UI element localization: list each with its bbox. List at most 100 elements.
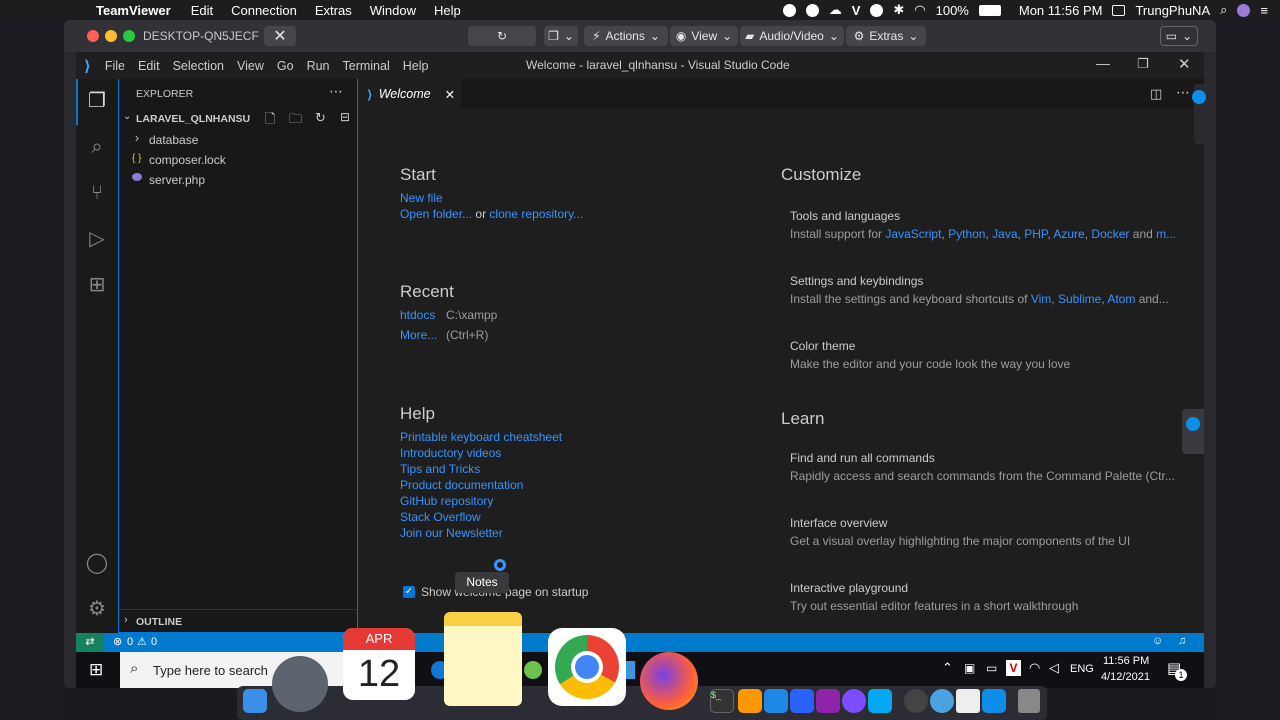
trash-icon[interactable]: [1018, 689, 1040, 713]
remote-icon[interactable]: ⇄: [76, 633, 104, 652]
messenger-icon[interactable]: [842, 689, 866, 713]
taskbar-date[interactable]: 4/12/2021: [1101, 671, 1150, 683]
chevron-up-icon[interactable]: ⌃: [942, 660, 953, 676]
close-window-button[interactable]: [87, 30, 99, 42]
cloud-icon[interactable]: ☁: [829, 2, 842, 18]
actions-button[interactable]: ⚡ Actions ⌄: [584, 26, 668, 46]
bluetooth-icon[interactable]: ✱: [893, 2, 904, 18]
finder-icon[interactable]: [243, 689, 267, 713]
menu-selection[interactable]: Selection: [173, 59, 224, 73]
menubar-window[interactable]: Window: [370, 3, 416, 18]
menubar-user[interactable]: TrungPhuNA: [1135, 3, 1210, 18]
settings-link-sublime[interactable]: Sublime: [1058, 292, 1101, 306]
control-center-icon[interactable]: ≡: [1260, 3, 1268, 18]
tools-link-more[interactable]: m...: [1156, 227, 1176, 241]
extras-button[interactable]: ⚙ Extras ⌄: [846, 26, 926, 46]
show-welcome-checkbox[interactable]: ✓: [403, 586, 415, 598]
minimize-window-button[interactable]: [105, 30, 117, 42]
input-language[interactable]: ENG: [1070, 663, 1094, 675]
menubar-app-name[interactable]: TeamViewer: [96, 3, 171, 18]
sidebar-toggle-button[interactable]: ▭ ⌄: [1160, 26, 1198, 46]
check-icon[interactable]: [805, 3, 819, 17]
refresh-icon[interactable]: ↻: [315, 110, 326, 126]
close-icon[interactable]: ✕: [1178, 55, 1191, 73]
more-actions-icon[interactable]: ⋯: [329, 83, 343, 100]
help-link-newsletter[interactable]: Join our Newsletter: [400, 526, 503, 540]
new-folder-icon[interactable]: 🗀: [289, 110, 302, 132]
recent-more-link[interactable]: More...: [400, 328, 437, 342]
notes-icon[interactable]: [444, 612, 522, 706]
record-icon[interactable]: [782, 3, 796, 17]
chevron-right-icon[interactable]: ›: [124, 614, 128, 626]
tray-icon[interactable]: ▣: [964, 661, 975, 675]
error-icon[interactable]: ⊗: [113, 635, 122, 648]
outline-section[interactable]: OUTLINE: [136, 616, 182, 628]
tools-link-azure[interactable]: Azure: [1053, 227, 1084, 241]
new-file-icon[interactable]: 🗋: [265, 110, 275, 132]
windows-start-icon[interactable]: ⊞: [89, 660, 103, 680]
phpstorm-icon[interactable]: [816, 689, 840, 713]
v-tray-icon[interactable]: V: [1006, 660, 1021, 676]
wifi-icon[interactable]: ◠: [914, 2, 925, 18]
tools-languages-card[interactable]: Tools and languages Install support for …: [781, 197, 1181, 249]
learn-card-commands[interactable]: Find and run all commands Rapidly access…: [781, 441, 1181, 493]
vscode-dock-icon[interactable]: [764, 689, 788, 713]
spotlight-search-icon[interactable]: ⌕: [1220, 2, 1227, 18]
clipboard-button[interactable]: ❐ ⌄: [544, 26, 578, 46]
menu-file[interactable]: File: [105, 59, 125, 73]
battery-icon[interactable]: [978, 4, 1001, 16]
app-icon[interactable]: [870, 3, 884, 17]
tree-item-server-php[interactable]: server.php: [119, 170, 357, 190]
explorer-icon[interactable]: ❐: [85, 89, 109, 113]
firefox-icon[interactable]: [640, 652, 698, 710]
menu-help[interactable]: Help: [403, 59, 429, 73]
help-link-tips[interactable]: Tips and Tricks: [400, 462, 480, 476]
help-link-github[interactable]: GitHub repository: [400, 494, 493, 508]
tree-item-database[interactable]: › database: [119, 130, 357, 150]
tree-item-composer-lock[interactable]: { } composer.lock: [119, 150, 357, 170]
wifi-icon[interactable]: ◠: [1029, 660, 1040, 676]
tools-link-python[interactable]: Python: [948, 227, 985, 241]
app-icon[interactable]: [904, 689, 928, 713]
warning-icon[interactable]: ⚠: [137, 635, 147, 648]
tools-link-php[interactable]: PHP: [1024, 227, 1047, 241]
app-icon[interactable]: [524, 661, 542, 679]
tools-link-java[interactable]: Java: [992, 227, 1017, 241]
help-link-cheatsheet[interactable]: Printable keyboard cheatsheet: [400, 430, 562, 444]
settings-link-vim[interactable]: Vim: [1031, 292, 1051, 306]
menubar-help[interactable]: Help: [434, 3, 461, 18]
menu-view[interactable]: View: [237, 59, 264, 73]
source-control-icon[interactable]: ⑂: [85, 181, 109, 205]
menu-edit[interactable]: Edit: [138, 59, 160, 73]
extensions-icon[interactable]: ⊞: [85, 273, 109, 297]
sublime-icon[interactable]: [738, 689, 762, 713]
webstorm-icon[interactable]: [790, 689, 814, 713]
tab-welcome[interactable]: ⟩ Welcome ✕: [359, 79, 461, 109]
settings-keybindings-card[interactable]: Settings and keybindings Install the set…: [781, 262, 1181, 314]
run-debug-icon[interactable]: ▷: [85, 227, 109, 251]
menu-run[interactable]: Run: [307, 59, 330, 73]
launchpad-icon[interactable]: [272, 656, 328, 712]
collapse-all-icon[interactable]: ⊟: [340, 110, 350, 124]
teamviewer-dock-icon[interactable]: [982, 689, 1006, 713]
help-link-docs[interactable]: Product documentation: [400, 478, 523, 492]
settings-gear-icon[interactable]: ⚙: [85, 597, 109, 621]
menu-go[interactable]: Go: [277, 59, 294, 73]
battery-tray-icon[interactable]: ▭: [986, 661, 997, 675]
taskbar-time[interactable]: 11:56 PM: [1103, 655, 1149, 667]
clone-repository-link[interactable]: clone repository...: [489, 207, 583, 221]
teamviewer-side-panel[interactable]: [1182, 409, 1204, 454]
recent-htdocs-link[interactable]: htdocs: [400, 308, 435, 322]
project-folder[interactable]: LARAVEL_QLNHANSU: [136, 113, 250, 125]
tools-link-javascript[interactable]: JavaScript: [885, 227, 941, 241]
menubar-clock[interactable]: Mon 11:56 PM: [1019, 3, 1103, 18]
error-count[interactable]: 0: [127, 636, 133, 648]
bell-icon[interactable]: ♫: [1178, 635, 1186, 647]
learn-card-playground[interactable]: Interactive playground Try out essential…: [781, 571, 1181, 623]
open-folder-link[interactable]: Open folder...: [400, 207, 472, 221]
new-file-link[interactable]: New file: [400, 191, 443, 205]
speaker-muted-icon[interactable]: ◁: [1049, 660, 1059, 676]
search-icon[interactable]: ⌕: [85, 135, 109, 159]
help-link-videos[interactable]: Introductory videos: [400, 446, 501, 460]
preview-icon[interactable]: [956, 689, 980, 713]
